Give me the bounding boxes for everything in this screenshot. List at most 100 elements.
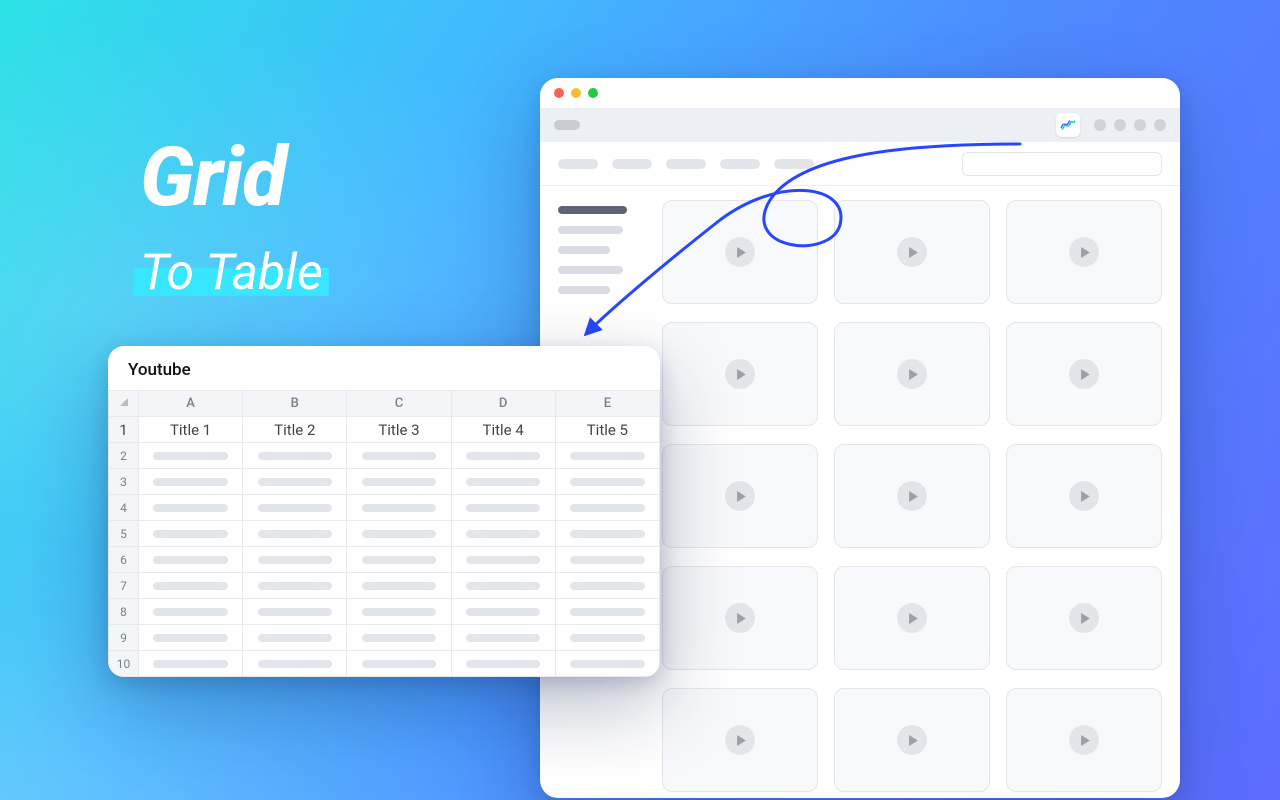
row-number: 10: [109, 651, 139, 677]
cell[interactable]: [347, 651, 451, 677]
cell[interactable]: [243, 521, 347, 547]
cell[interactable]: [451, 547, 555, 573]
toolbar-dot-icon: [1154, 119, 1166, 131]
placeholder-bar: [258, 478, 332, 486]
cell[interactable]: [555, 443, 659, 469]
cell[interactable]: [347, 625, 451, 651]
cell[interactable]: [139, 599, 243, 625]
cell[interactable]: [347, 443, 451, 469]
cell[interactable]: [347, 521, 451, 547]
cell[interactable]: [139, 547, 243, 573]
play-icon: [1069, 603, 1099, 633]
window-minimize-icon[interactable]: [571, 88, 581, 98]
spreadsheet-title: Youtube: [108, 360, 660, 390]
placeholder-bar: [466, 452, 540, 460]
placeholder-bar: [362, 634, 436, 642]
col-letter: E: [555, 391, 659, 417]
play-icon: [725, 725, 755, 755]
cell[interactable]: [347, 547, 451, 573]
play-icon: [725, 481, 755, 511]
placeholder-bar: [362, 504, 436, 512]
cell[interactable]: [451, 443, 555, 469]
sidebar-item[interactable]: [558, 286, 610, 294]
cell[interactable]: [139, 495, 243, 521]
cell[interactable]: [451, 495, 555, 521]
placeholder-bar: [466, 478, 540, 486]
browser-nav: [540, 142, 1180, 186]
cell[interactable]: [555, 495, 659, 521]
cell[interactable]: [555, 547, 659, 573]
cell[interactable]: [139, 625, 243, 651]
headline: Grid To Table: [140, 130, 323, 302]
extension-badge[interactable]: [1056, 113, 1080, 137]
placeholder-bar: [153, 660, 227, 668]
placeholder-bar: [258, 504, 332, 512]
cell[interactable]: [243, 651, 347, 677]
cell[interactable]: [555, 469, 659, 495]
cell[interactable]: [451, 651, 555, 677]
placeholder-bar: [466, 660, 540, 668]
video-card[interactable]: [834, 322, 990, 426]
cell[interactable]: [555, 625, 659, 651]
window-close-icon[interactable]: [554, 88, 564, 98]
cell[interactable]: [451, 521, 555, 547]
col-letter: A: [139, 391, 243, 417]
cell[interactable]: [243, 547, 347, 573]
cell[interactable]: [451, 469, 555, 495]
cell[interactable]: [243, 599, 347, 625]
row-number: 6: [109, 547, 139, 573]
cell[interactable]: [139, 573, 243, 599]
video-card[interactable]: [834, 200, 990, 304]
row-number: 2: [109, 443, 139, 469]
scrape-icon: [1060, 117, 1076, 133]
video-card[interactable]: [662, 322, 818, 426]
video-card[interactable]: [662, 444, 818, 548]
video-card[interactable]: [1006, 566, 1162, 670]
cell[interactable]: [139, 651, 243, 677]
cell[interactable]: [139, 443, 243, 469]
cell[interactable]: [555, 521, 659, 547]
window-zoom-icon[interactable]: [588, 88, 598, 98]
row-number: 7: [109, 573, 139, 599]
cell[interactable]: [243, 443, 347, 469]
cell[interactable]: [451, 573, 555, 599]
cell[interactable]: [243, 625, 347, 651]
video-card[interactable]: [1006, 444, 1162, 548]
cell[interactable]: [555, 573, 659, 599]
col-letter: D: [451, 391, 555, 417]
toolbar-dot-icon: [1114, 119, 1126, 131]
cell[interactable]: [555, 599, 659, 625]
cell[interactable]: [243, 573, 347, 599]
placeholder-bar: [362, 556, 436, 564]
video-card[interactable]: [1006, 322, 1162, 426]
video-card[interactable]: [1006, 200, 1162, 304]
cell[interactable]: [347, 599, 451, 625]
sidebar-item[interactable]: [558, 266, 623, 274]
video-card[interactable]: [834, 444, 990, 548]
sidebar-item[interactable]: [558, 226, 623, 234]
sidebar-item[interactable]: [558, 206, 627, 214]
placeholder-bar: [153, 608, 227, 616]
cell[interactable]: [243, 469, 347, 495]
video-card[interactable]: [834, 566, 990, 670]
cell[interactable]: [451, 599, 555, 625]
placeholder-bar: [570, 556, 644, 564]
cell[interactable]: [243, 495, 347, 521]
cell[interactable]: [347, 573, 451, 599]
cell[interactable]: [347, 469, 451, 495]
cell[interactable]: [139, 521, 243, 547]
sidebar-item[interactable]: [558, 246, 610, 254]
video-card[interactable]: [834, 688, 990, 792]
video-card[interactable]: [662, 200, 818, 304]
cell[interactable]: [451, 625, 555, 651]
placeholder-bar: [570, 582, 644, 590]
spreadsheet-panel: Youtube A B C D E 1Title 1Title 2Title 3…: [108, 346, 660, 677]
cell[interactable]: [347, 495, 451, 521]
cell[interactable]: [139, 469, 243, 495]
cell[interactable]: [555, 651, 659, 677]
placeholder-bar: [570, 634, 644, 642]
search-input[interactable]: [962, 152, 1162, 176]
video-card[interactable]: [662, 566, 818, 670]
video-card[interactable]: [1006, 688, 1162, 792]
video-card[interactable]: [662, 688, 818, 792]
